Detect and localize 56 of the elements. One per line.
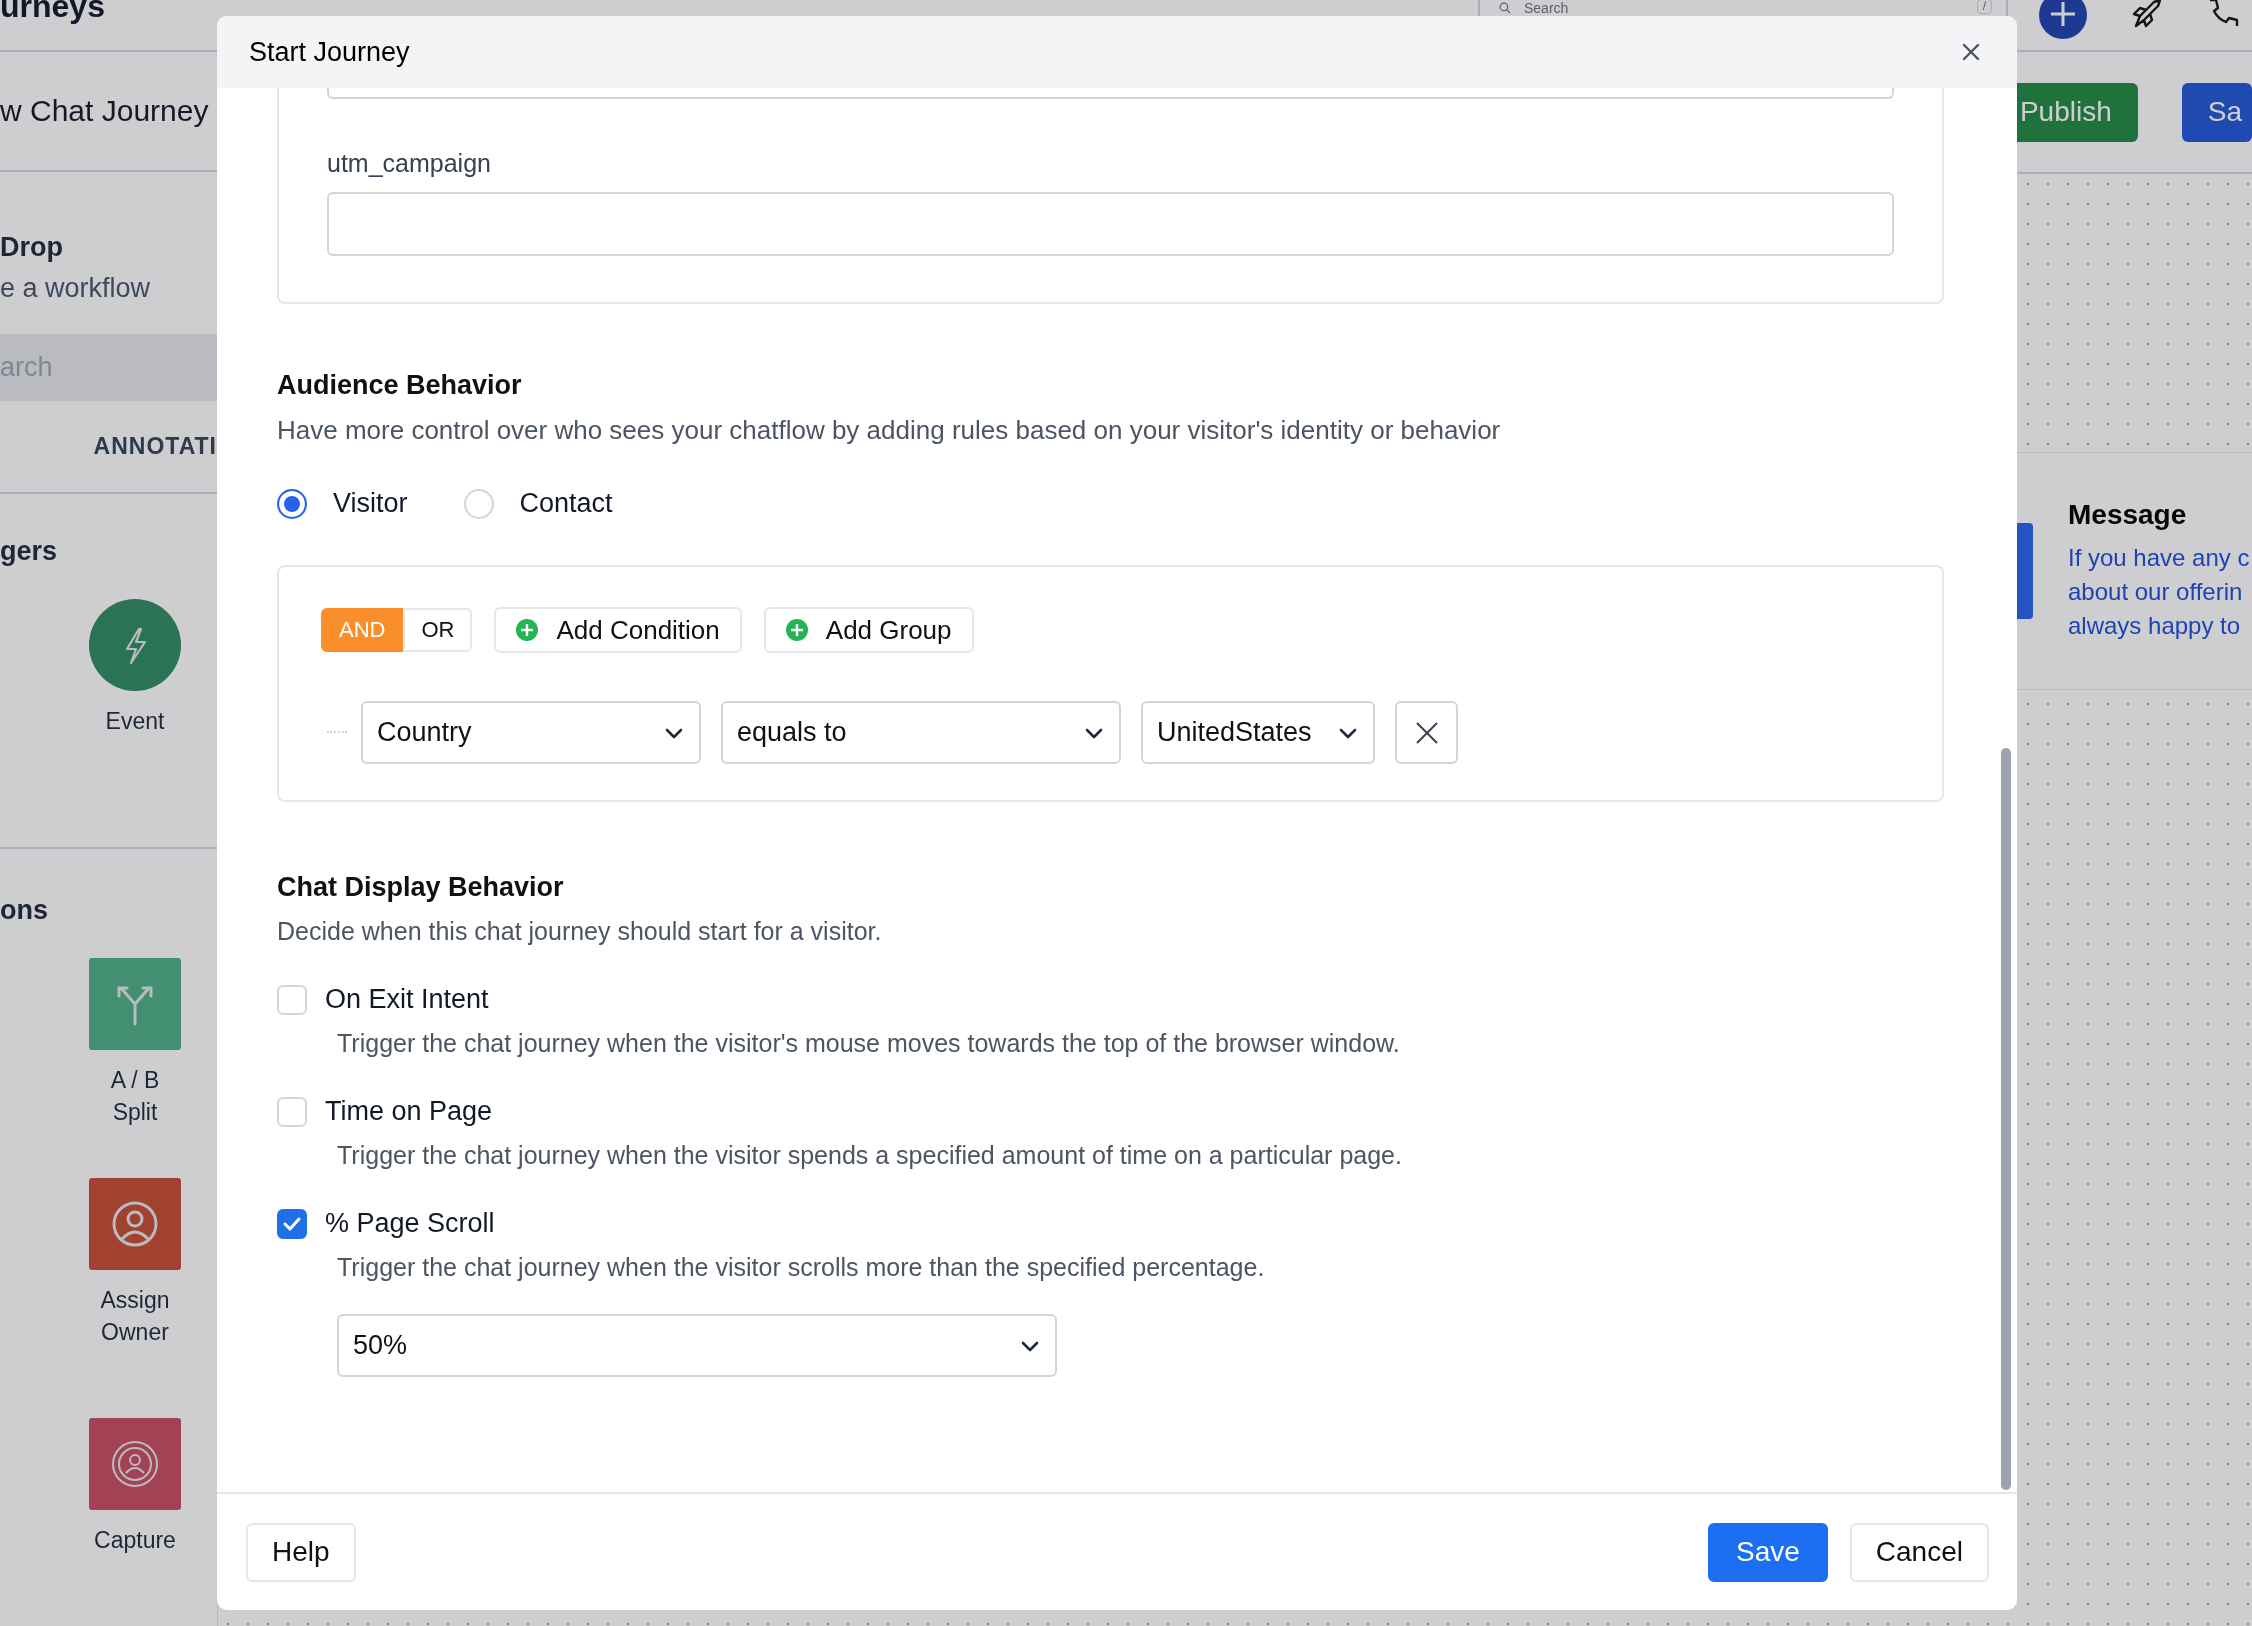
modal-title: Start Journey [249, 36, 410, 68]
field-label: utm_campaign [327, 149, 492, 178]
tab[interactable]: ANNOTATI [93, 432, 217, 460]
radio-label: Visitor [333, 488, 408, 519]
plus-circle-icon [785, 619, 808, 641]
section-title: ons [0, 895, 49, 926]
close-icon [1414, 720, 1439, 745]
checkbox-label: Time on Page [325, 1096, 493, 1127]
panel-heading: Drop [0, 231, 64, 263]
node-label: Capture [94, 1526, 176, 1555]
option-description: Trigger the chat journey when the visitor scrolls more than the specified percentage. [337, 1253, 1266, 1282]
operator-dropdown[interactable]: equals to [721, 701, 1121, 764]
section-title: Chat Display Behavior [277, 872, 565, 903]
plus-circle-icon [516, 619, 539, 641]
remove-button[interactable] [1395, 701, 1458, 764]
radio-button[interactable] [277, 488, 307, 519]
cancel-button[interactable]: Cancel [1849, 1522, 1989, 1582]
scrollbar-thumb[interactable] [2001, 748, 2011, 1490]
radio-label: Contact [519, 488, 613, 519]
checkbox-label: On Exit Intent [325, 984, 489, 1015]
app-title: urneys [0, 0, 105, 22]
journey-title: w Chat Journey [0, 93, 209, 128]
panel-subtitle: e a workflow [0, 272, 152, 304]
logic-toggle[interactable]: OR [403, 608, 473, 652]
section-title: Audience Behavior [277, 370, 523, 401]
connector-line [327, 730, 347, 735]
value-dropdown[interactable]: UnitedStates [1141, 701, 1375, 764]
message-node[interactable]: Message If you have any c about our offerin always happy to [2017, 452, 2252, 690]
percentage-dropdown[interactable]: 50% [337, 1314, 1057, 1377]
fork-icon [89, 958, 181, 1050]
option-description: Trigger the chat journey when the visitor spends a specified amount of time on a particular page. [337, 1141, 1403, 1170]
save-button[interactable]: Save [1708, 1522, 1828, 1582]
node-message: If you have any c about our offerin always happy to [2068, 543, 2250, 641]
add-button[interactable]: Add Group [763, 607, 974, 653]
section-description: Have more control over who sees your chatflow by adding rules based on your visitor's identity or behavior [277, 415, 1502, 446]
field-dropdown[interactable]: Country [361, 701, 701, 764]
input-field[interactable] [327, 192, 1894, 256]
help-button[interactable]: Help [246, 1522, 356, 1582]
section-description: Decide when this chat journey should start for a visitor. [277, 917, 883, 946]
search-icon [1498, 1, 1512, 15]
add-icon [2038, 0, 2088, 40]
node-title: Message [2068, 499, 2188, 531]
option-description: Trigger the chat journey when the visitor's mouse moves towards the top of the browser window. [337, 1029, 1401, 1058]
add-button[interactable]: Add Condition [494, 607, 742, 653]
close-icon [1961, 42, 1981, 62]
section-title: gers [0, 536, 59, 567]
save-button[interactable]: Sa [2181, 82, 2252, 142]
shortcut-key: / [1976, 0, 1992, 14]
checkbox-label: % Page Scroll [325, 1208, 495, 1239]
node-label: Assign Owner [100, 1286, 170, 1347]
checkbox[interactable] [277, 1208, 307, 1239]
input-field[interactable] [327, 88, 1894, 99]
check-icon [282, 1215, 302, 1232]
node-label: A / B Split [110, 1066, 160, 1127]
node-label: Event [105, 707, 165, 736]
lightning-icon [89, 599, 181, 691]
